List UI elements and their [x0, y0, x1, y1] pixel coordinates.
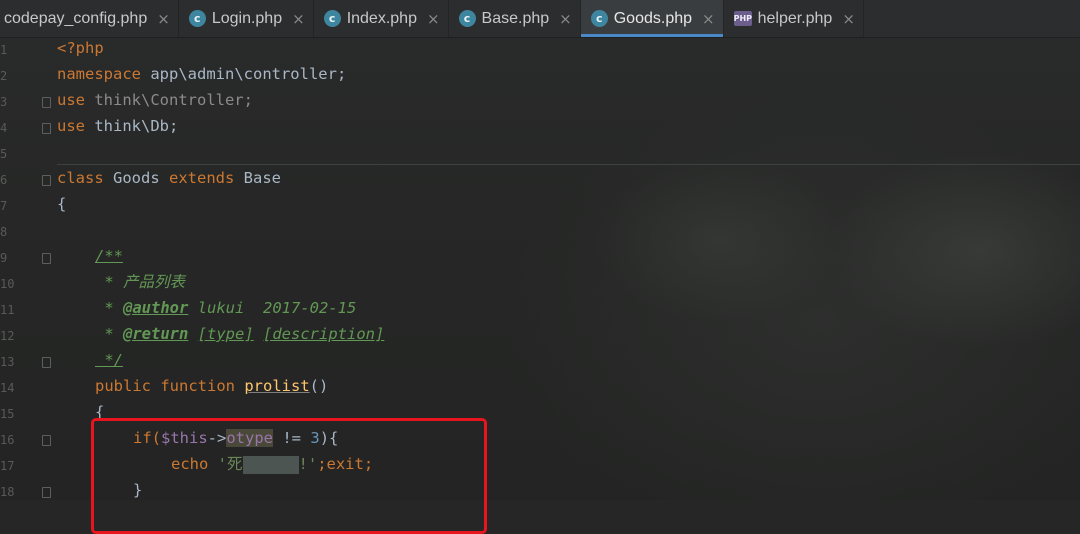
- code-line-class: class Goods extends Base: [57, 169, 281, 187]
- close-icon[interactable]: ×: [292, 10, 305, 28]
- close-icon[interactable]: ×: [427, 10, 440, 28]
- code-line-doc-close: */: [95, 351, 123, 369]
- tab-helper-php[interactable]: PHP helper.php ×: [724, 0, 864, 37]
- tab-label: Base.php: [481, 9, 550, 27]
- tab-base-php[interactable]: c Base.php ×: [449, 0, 581, 37]
- close-icon[interactable]: ×: [842, 10, 855, 28]
- code-line-doc-author: * @author lukui 2017-02-15: [95, 299, 357, 317]
- code-line-use-db: use think\Db;: [57, 117, 179, 135]
- code-line-doc-return: * @return [type] [description]: [95, 325, 385, 343]
- tab-label: Index.php: [346, 9, 417, 27]
- tab-label: Goods.php: [613, 9, 693, 27]
- tab-login-php[interactable]: c Login.php ×: [179, 0, 314, 37]
- class-icon: c: [458, 10, 476, 27]
- code-line-class-brace: {: [57, 195, 67, 213]
- code-area[interactable]: <?php namespace app\admin\controller; us…: [0, 37, 1080, 534]
- tab-label: helper.php: [757, 9, 833, 27]
- tab-label: Login.php: [211, 9, 283, 27]
- highlight-annotation-box: [91, 418, 487, 534]
- code-line-function: public function prolist(): [95, 377, 329, 395]
- tab-index-php[interactable]: c Index.php ×: [314, 0, 449, 37]
- code-line-namespace: namespace app\admin\controller;: [57, 65, 347, 83]
- close-icon[interactable]: ×: [559, 10, 572, 28]
- tab-bar: codepay_config.php × c Login.php × c Index.php…: [0, 0, 1080, 38]
- class-icon: c: [590, 10, 608, 27]
- code-line-php-open: <?php: [57, 39, 104, 57]
- tab-goods-php[interactable]: c Goods.php ×: [580, 0, 724, 37]
- tab-codepay-config-php[interactable]: codepay_config.php ×: [0, 0, 179, 37]
- code-line-doc-open: /**: [95, 247, 123, 265]
- close-icon[interactable]: ×: [157, 10, 170, 28]
- close-icon[interactable]: ×: [702, 10, 715, 28]
- code-line-use-controller: use think\Controller;: [57, 91, 253, 109]
- class-icon: c: [323, 10, 341, 27]
- php-file-icon: PHP: [733, 11, 752, 26]
- class-icon: c: [188, 10, 206, 27]
- tab-label: codepay_config.php: [4, 9, 148, 27]
- code-line-doc-desc: * 产品列表: [95, 273, 185, 291]
